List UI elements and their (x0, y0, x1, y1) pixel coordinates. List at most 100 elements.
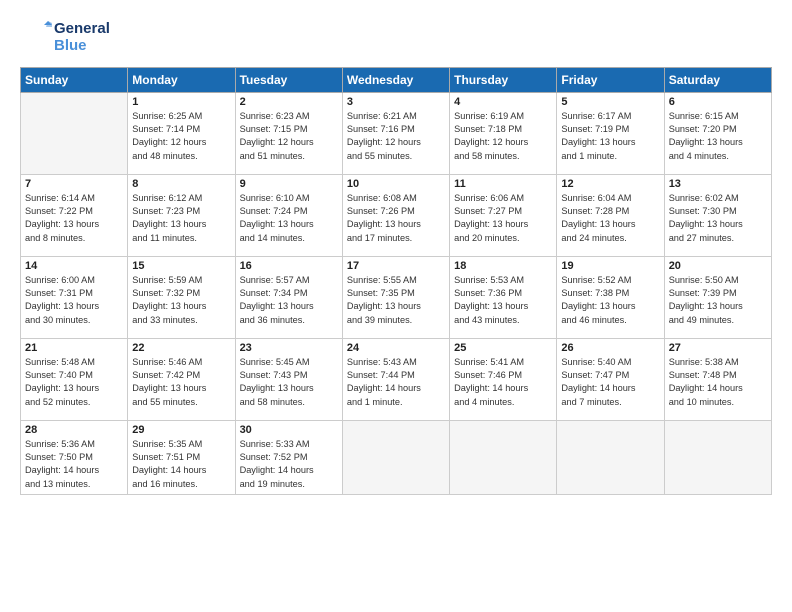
day-number: 25 (454, 342, 552, 354)
day-info: Sunrise: 5:46 AMSunset: 7:42 PMDaylight:… (132, 356, 230, 409)
calendar-cell: 23Sunrise: 5:45 AMSunset: 7:43 PMDayligh… (235, 338, 342, 420)
calendar-cell: 11Sunrise: 6:06 AMSunset: 7:27 PMDayligh… (450, 174, 557, 256)
calendar-cell (21, 92, 128, 174)
day-info: Sunrise: 5:53 AMSunset: 7:36 PMDaylight:… (454, 274, 552, 327)
calendar-day-header: Thursday (450, 67, 557, 92)
calendar-day-header: Wednesday (342, 67, 449, 92)
day-info: Sunrise: 6:15 AMSunset: 7:20 PMDaylight:… (669, 110, 767, 163)
calendar-cell: 15 Sunrise: 5:59 AMSunset: 7:32 PMDayligh… (128, 256, 235, 338)
calendar-cell: 2 Sunrise: 6:23 AMSunset: 7:15 PMDaylight… (235, 92, 342, 174)
day-number: 26 (561, 342, 659, 354)
day-number: 30 (240, 424, 338, 436)
day-info: Sunrise: 5:55 AMSunset: 7:35 PMDaylight:… (347, 274, 445, 327)
calendar-cell: 7 Sunrise: 6:14 AMSunset: 7:22 PMDaylight… (21, 174, 128, 256)
calendar-cell (664, 420, 771, 494)
day-number: 11 (454, 178, 552, 190)
day-number: 7 (25, 178, 123, 190)
day-info: Sunrise: 5:33 AMSunset: 7:52 PMDaylight:… (240, 438, 338, 491)
calendar-day-header: Monday (128, 67, 235, 92)
day-info: Sunrise: 5:41 AMSunset: 7:46 PMDaylight:… (454, 356, 552, 409)
day-number: 3 (347, 96, 445, 108)
day-number: 10 (347, 178, 445, 190)
day-info: Sunrise: 5:50 AMSunset: 7:39 PMDaylight:… (669, 274, 767, 327)
day-number: 13 (669, 178, 767, 190)
day-info: Sunrise: 6:04 AMSunset: 7:28 PMDaylight:… (561, 192, 659, 245)
day-number: 28 (25, 424, 123, 436)
day-number: 4 (454, 96, 552, 108)
day-info: Sunrise: 6:14 AMSunset: 7:22 PMDaylight:… (25, 192, 123, 245)
calendar-cell: 24 Sunrise: 5:43 AMSunset: 7:44 PMDayligh… (342, 338, 449, 420)
day-info: Sunrise: 6:02 AMSunset: 7:30 PMDaylight:… (669, 192, 767, 245)
calendar-cell: 18Sunrise: 5:53 AMSunset: 7:36 PMDayligh… (450, 256, 557, 338)
logo: General Blue (20, 20, 110, 55)
calendar-cell: 3 Sunrise: 6:21 AMSunset: 7:16 PMDaylight… (342, 92, 449, 174)
calendar-cell: 12 Sunrise: 6:04 AMSunset: 7:28 PMDayligh… (557, 174, 664, 256)
calendar-cell: 22 Sunrise: 5:46 AMSunset: 7:42 PMDayligh… (128, 338, 235, 420)
calendar-cell (342, 420, 449, 494)
day-info: Sunrise: 5:36 AMSunset: 7:50 PMDaylight:… (25, 438, 123, 491)
day-number: 17 (347, 260, 445, 272)
logo-blue: Blue (54, 37, 110, 54)
calendar-table: SundayMondayTuesdayWednesdayThursdayFrid… (20, 67, 772, 495)
day-number: 20 (669, 260, 767, 272)
calendar-cell: 21 Sunrise: 5:48 AMSunset: 7:40 PMDayligh… (21, 338, 128, 420)
day-info: Sunrise: 6:23 AMSunset: 7:15 PMDaylight:… (240, 110, 338, 163)
day-info: Sunrise: 5:59 AMSunset: 7:32 PMDaylight:… (132, 274, 230, 327)
day-number: 9 (240, 178, 338, 190)
day-number: 19 (561, 260, 659, 272)
logo-svg (20, 21, 52, 53)
page-header: General Blue (20, 20, 772, 55)
day-info: Sunrise: 6:25 AMSunset: 7:14 PMDaylight:… (132, 110, 230, 163)
day-info: Sunrise: 6:08 AMSunset: 7:26 PMDaylight:… (347, 192, 445, 245)
day-info: Sunrise: 5:57 AMSunset: 7:34 PMDaylight:… (240, 274, 338, 327)
calendar-cell: 30 Sunrise: 5:33 AMSunset: 7:52 PMDayligh… (235, 420, 342, 494)
day-info: Sunrise: 6:21 AMSunset: 7:16 PMDaylight:… (347, 110, 445, 163)
day-info: Sunrise: 5:43 AMSunset: 7:44 PMDaylight:… (347, 356, 445, 409)
calendar-header-row: SundayMondayTuesdayWednesdayThursdayFrid… (21, 67, 772, 92)
day-info: Sunrise: 5:38 AMSunset: 7:48 PMDaylight:… (669, 356, 767, 409)
day-info: Sunrise: 5:40 AMSunset: 7:47 PMDaylight:… (561, 356, 659, 409)
calendar-cell: 25 Sunrise: 5:41 AMSunset: 7:46 PMDayligh… (450, 338, 557, 420)
calendar-cell: 26 Sunrise: 5:40 AMSunset: 7:47 PMDayligh… (557, 338, 664, 420)
day-info: Sunrise: 6:00 AMSunset: 7:31 PMDaylight:… (25, 274, 123, 327)
calendar-day-header: Sunday (21, 67, 128, 92)
calendar-day-header: Saturday (664, 67, 771, 92)
day-number: 16 (240, 260, 338, 272)
calendar-cell (557, 420, 664, 494)
day-number: 5 (561, 96, 659, 108)
calendar-cell: 28 Sunrise: 5:36 AMSunset: 7:50 PMDayligh… (21, 420, 128, 494)
calendar-cell: 5 Sunrise: 6:17 AMSunset: 7:19 PMDaylight… (557, 92, 664, 174)
day-number: 24 (347, 342, 445, 354)
day-number: 15 (132, 260, 230, 272)
day-info: Sunrise: 6:10 AMSunset: 7:24 PMDaylight:… (240, 192, 338, 245)
day-number: 27 (669, 342, 767, 354)
day-number: 29 (132, 424, 230, 436)
day-info: Sunrise: 5:48 AMSunset: 7:40 PMDaylight:… (25, 356, 123, 409)
calendar-cell: 1Sunrise: 6:25 AMSunset: 7:14 PMDaylight… (128, 92, 235, 174)
day-info: Sunrise: 6:17 AMSunset: 7:19 PMDaylight:… (561, 110, 659, 163)
calendar-cell: 4 Sunrise: 6:19 AMSunset: 7:18 PMDaylight… (450, 92, 557, 174)
calendar-cell: 20 Sunrise: 5:50 AMSunset: 7:39 PMDayligh… (664, 256, 771, 338)
day-number: 6 (669, 96, 767, 108)
day-number: 22 (132, 342, 230, 354)
logo-general: General (54, 20, 110, 37)
day-number: 14 (25, 260, 123, 272)
calendar-day-header: Friday (557, 67, 664, 92)
day-info: Sunrise: 5:52 AMSunset: 7:38 PMDaylight:… (561, 274, 659, 327)
day-number: 2 (240, 96, 338, 108)
day-info: Sunrise: 6:12 AMSunset: 7:23 PMDaylight:… (132, 192, 230, 245)
day-info: Sunrise: 6:19 AMSunset: 7:18 PMDaylight:… (454, 110, 552, 163)
calendar-cell: 16 Sunrise: 5:57 AMSunset: 7:34 PMDayligh… (235, 256, 342, 338)
calendar-cell: 17 Sunrise: 5:55 AMSunset: 7:35 PMDayligh… (342, 256, 449, 338)
calendar-cell: 29Sunrise: 5:35 AMSunset: 7:51 PMDayligh… (128, 420, 235, 494)
day-number: 12 (561, 178, 659, 190)
calendar-day-header: Tuesday (235, 67, 342, 92)
day-number: 21 (25, 342, 123, 354)
day-number: 8 (132, 178, 230, 190)
calendar-cell: 9 Sunrise: 6:10 AMSunset: 7:24 PMDaylight… (235, 174, 342, 256)
calendar-cell: 8 Sunrise: 6:12 AMSunset: 7:23 PMDaylight… (128, 174, 235, 256)
calendar-cell (450, 420, 557, 494)
day-number: 23 (240, 342, 338, 354)
calendar-cell: 6 Sunrise: 6:15 AMSunset: 7:20 PMDaylight… (664, 92, 771, 174)
calendar-cell: 19 Sunrise: 5:52 AMSunset: 7:38 PMDayligh… (557, 256, 664, 338)
